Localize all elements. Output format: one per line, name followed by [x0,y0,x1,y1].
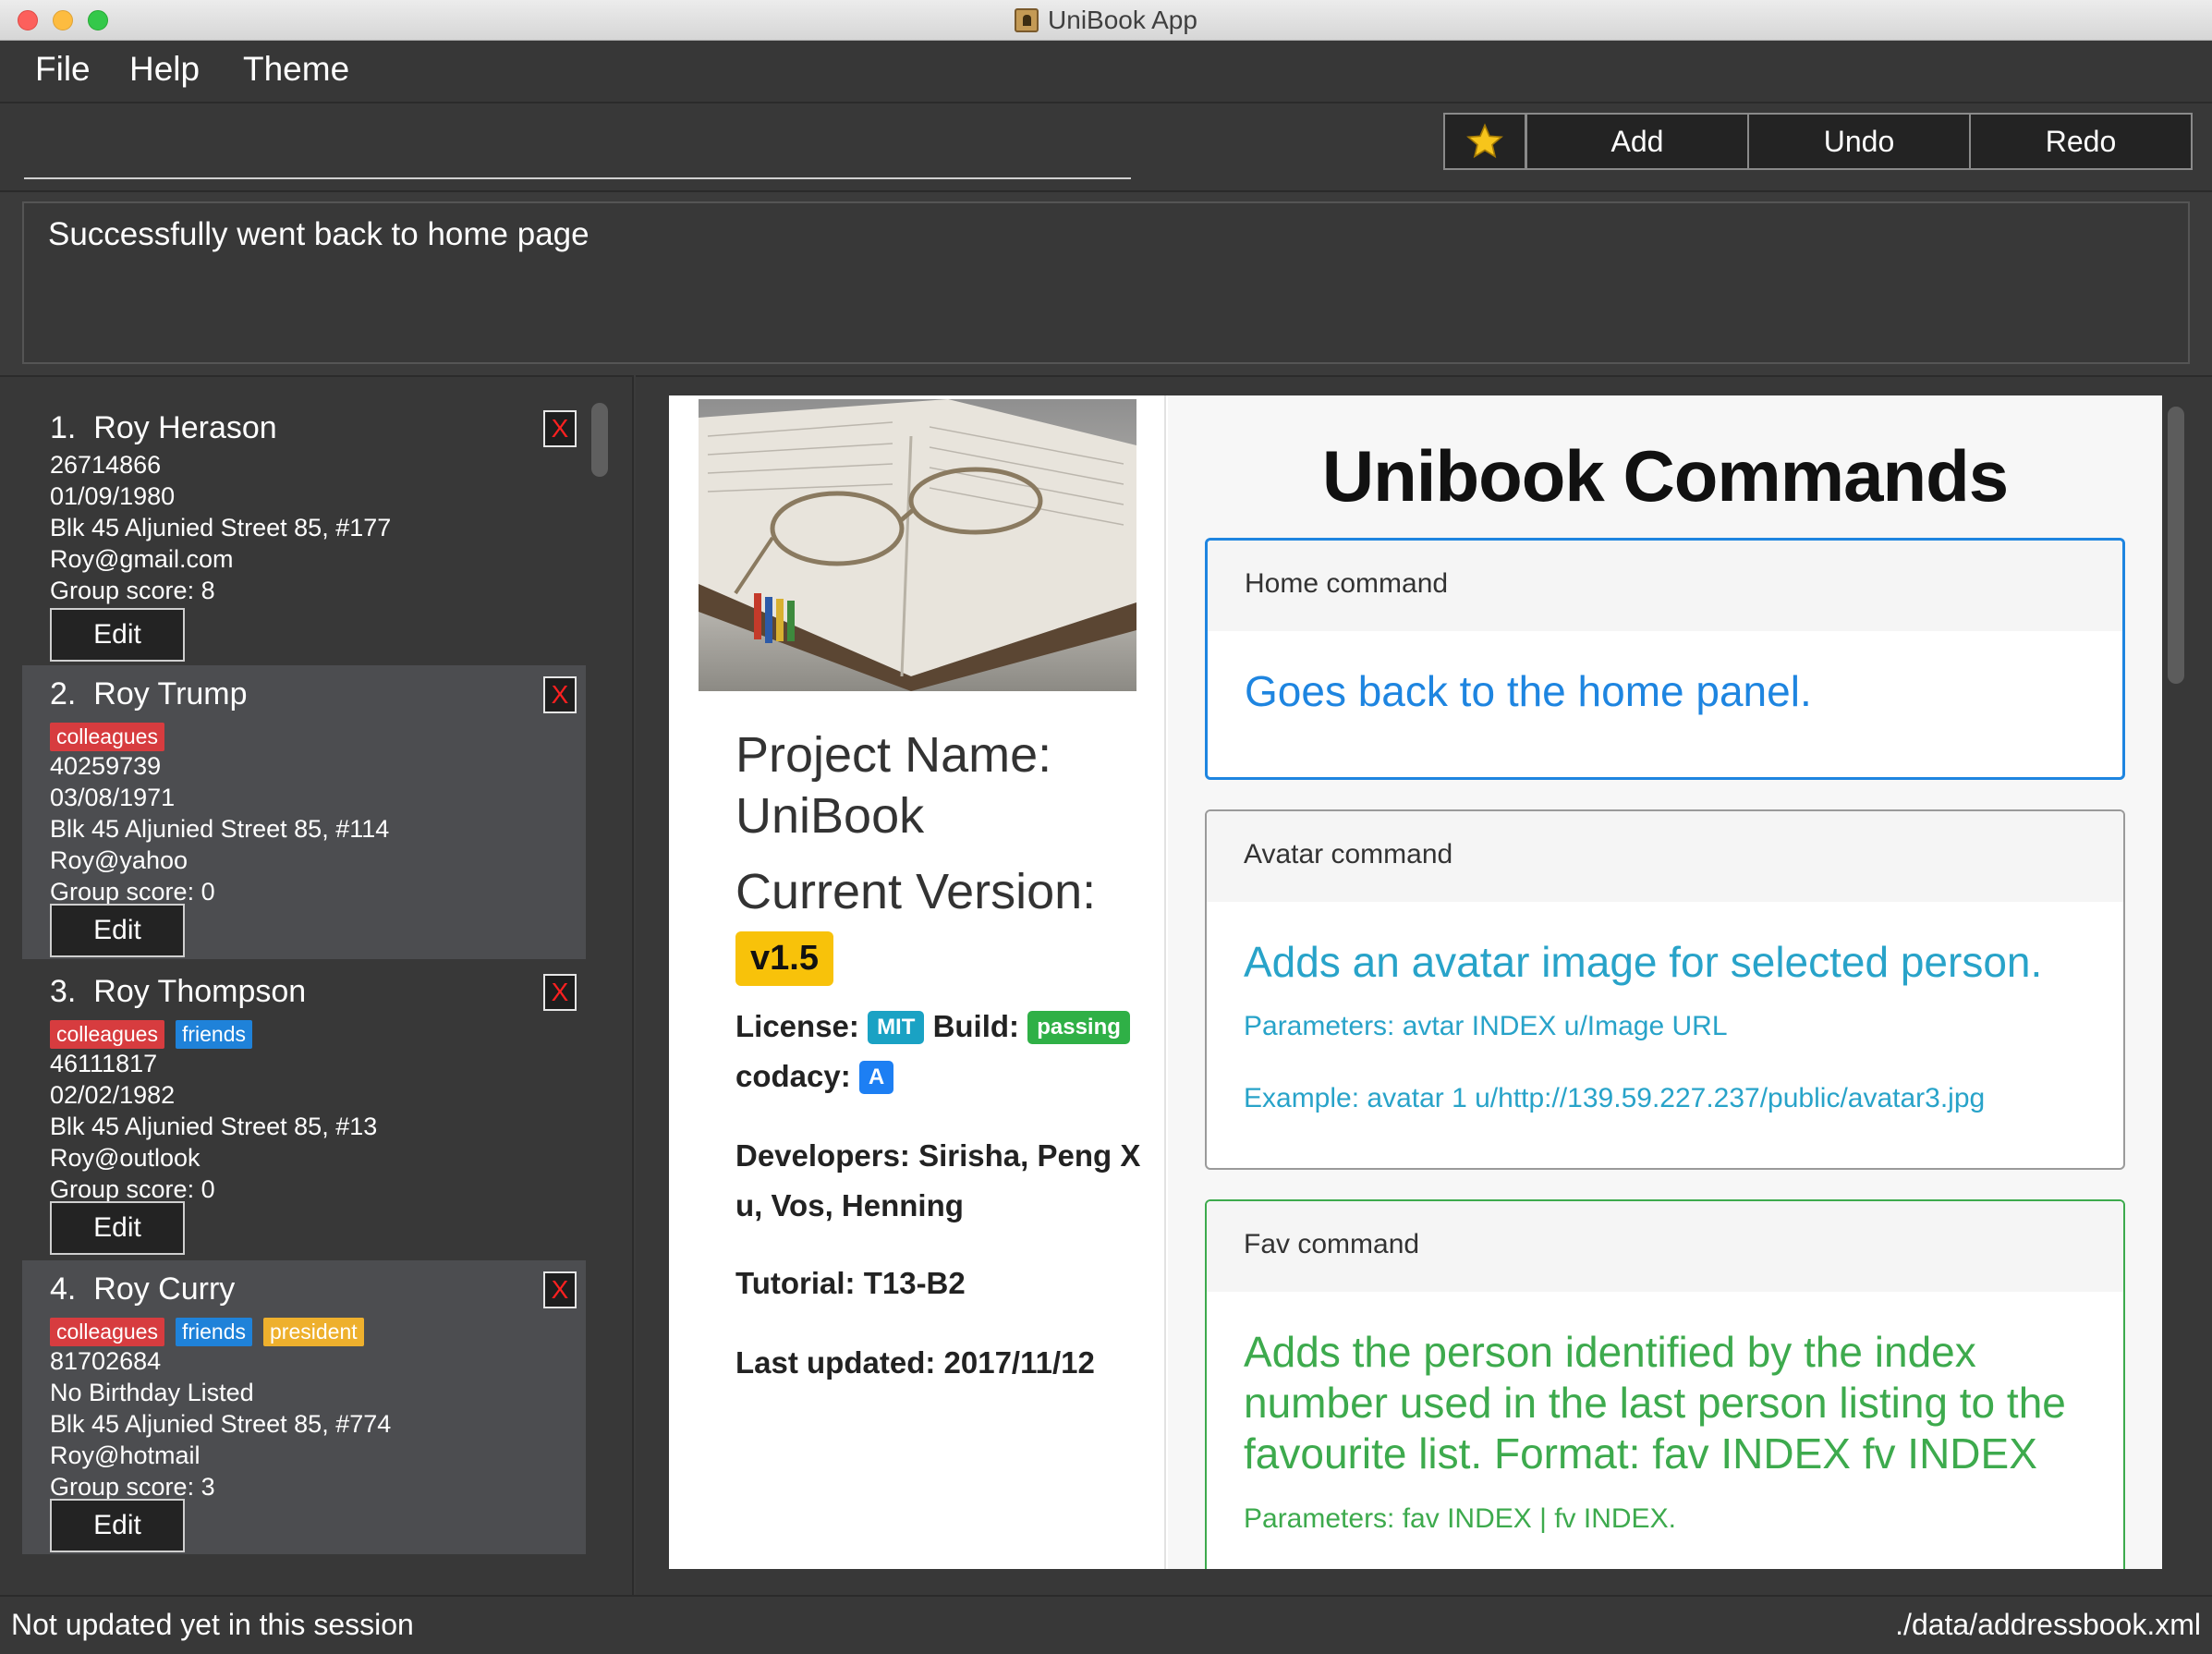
last-updated-line: Last updated: 2017/11/12 [735,1345,1095,1380]
person-birthday: 03/08/1971 [50,784,176,811]
codacy-line: codacy: A [735,1059,894,1094]
person-group-score: Group score: 0 [50,1175,215,1203]
browser-scrollbar[interactable] [2168,407,2184,684]
window-titlebar: UniBook App [0,0,2212,41]
license-badge[interactable]: MIT [868,1011,925,1044]
person-card[interactable]: 3. Roy Thompson X colleagues friends 461… [22,963,586,1257]
developers-line-2: u, Vos, Henning [735,1188,964,1222]
person-group-score: Group score: 0 [50,878,215,906]
avatar-command-panel: Avatar command Adds an avatar image for … [1205,809,2125,1170]
license-line: License: MIT Build: passing [735,1009,1130,1044]
tag-list: colleagues friends president [50,1318,364,1346]
edit-button[interactable]: Edit [50,608,185,662]
person-phone: 81702684 [50,1347,162,1375]
commands-column: Unibook Commands Home command Goes back … [1168,395,2162,1569]
person-phone: 40259739 [50,752,162,780]
edit-button[interactable]: Edit [50,1201,185,1255]
build-badge[interactable]: passing [1027,1011,1130,1044]
person-group-score: Group score: 3 [50,1473,215,1501]
app-icon [1015,8,1039,32]
person-email: Roy@hotmail [50,1441,201,1469]
tag-list: colleagues friends [50,1020,253,1049]
person-card[interactable]: 2. Roy Trump X colleagues 40259739 03/08… [22,665,586,959]
person-email: Roy@gmail.com [50,545,234,573]
result-text: Successfully went back to home page [48,216,589,252]
delete-button[interactable]: X [543,676,577,713]
book-glasses-image [699,399,1136,691]
tag-list: colleagues [50,723,164,751]
panel-parameters: Parameters: fav INDEX | fv INDEX. [1244,1503,1676,1534]
delete-button[interactable]: X [543,1271,577,1308]
person-email: Roy@yahoo [50,846,188,874]
person-list-panel: 1. Roy Herason X 26714866 01/09/1980 Blk… [0,375,634,1595]
person-group-score: Group score: 8 [50,577,215,604]
person-birthday: 02/02/1982 [50,1081,176,1109]
menu-bar: File Help Theme [0,41,2212,103]
favourite-button[interactable] [1443,113,1526,170]
project-name-label: Project Name: [735,727,1052,783]
panel-description: Adds an avatar image for selected person… [1244,938,2043,986]
panel-description: Goes back to the home panel. [1245,667,1812,715]
person-name: 1. Roy Herason [50,410,277,445]
panel-heading: Avatar command [1207,811,2123,902]
tag-badge: colleagues [50,1318,164,1346]
menu-help[interactable]: Help [129,50,200,89]
developers-line-1: Developers: Sirisha, Peng X [735,1138,1141,1173]
person-phone: 26714866 [50,451,162,479]
tutorial-line: Tutorial: T13-B2 [735,1266,966,1300]
person-birthday: 01/09/1980 [50,482,176,510]
panel-description: Adds the person identified by the index … [1244,1328,2066,1478]
person-name: 3. Roy Thompson [50,974,307,1009]
panel-example: Example: avatar 1 u/http://139.59.227.23… [1244,1083,1986,1113]
delete-button[interactable]: X [543,410,577,447]
edit-button[interactable]: Edit [50,1499,185,1552]
fav-command-panel: Fav command Adds the person identified b… [1205,1199,2125,1569]
panel-heading: Home command [1208,541,2122,631]
command-input[interactable] [24,122,1131,179]
save-location: ./data/addressbook.xml [1895,1608,2201,1641]
delete-button[interactable]: X [543,974,577,1011]
person-card[interactable]: 4. Roy Curry X colleagues friends presid… [22,1260,586,1554]
menu-file[interactable]: File [35,50,91,89]
person-address: Blk 45 Aljunied Street 85, #177 [50,514,392,541]
commands-title: Unibook Commands [1321,435,2009,517]
tag-badge: president [263,1318,364,1346]
person-birthday: No Birthday Listed [50,1379,254,1406]
home-command-panel: Home command Goes back to the home panel… [1205,538,2125,780]
person-email: Roy@outlook [50,1144,201,1172]
edit-button[interactable]: Edit [50,904,185,957]
panel-heading: Fav command [1207,1201,2123,1292]
project-info-column: Project Name: UniBook Current Version: v… [669,395,1166,1569]
person-address: Blk 45 Aljunied Street 85, #114 [50,815,390,843]
person-name: 4. Roy Curry [50,1271,236,1307]
tag-badge: colleagues [50,723,164,751]
menu-theme[interactable]: Theme [243,50,349,89]
person-phone: 46111817 [50,1050,158,1077]
list-scrollbar[interactable] [591,403,608,477]
tag-badge: friends [175,1020,253,1049]
person-name: 2. Roy Trump [50,676,248,711]
version-badge: v1.5 [735,931,833,986]
person-card-partial [22,1565,586,1593]
person-address: Blk 45 Aljunied Street 85, #774 [50,1410,392,1438]
sync-status: Not updated yet in this session [11,1608,414,1641]
codacy-badge[interactable]: A [858,1061,894,1094]
command-bar: Add Undo Redo [0,103,2212,192]
add-button[interactable]: Add [1525,113,1749,170]
person-card[interactable]: 1. Roy Herason X 26714866 01/09/1980 Blk… [22,399,586,693]
browser-view[interactable]: Project Name: UniBook Current Version: v… [669,395,2162,1569]
tag-badge: colleagues [50,1020,164,1049]
redo-button[interactable]: Redo [1969,113,2193,170]
version-label: Current Version: [735,864,1097,919]
undo-button[interactable]: Undo [1747,113,1971,170]
status-bar: Not updated yet in this session ./data/a… [0,1595,2212,1654]
result-display: Successfully went back to home page [22,201,2190,364]
panel-parameters: Parameters: avtar INDEX u/Image URL [1244,1011,1728,1041]
project-name: UniBook [735,788,925,844]
tag-badge: friends [175,1318,253,1346]
person-address: Blk 45 Aljunied Street 85, #13 [50,1113,378,1140]
window-title: UniBook App [0,0,2212,41]
star-icon [1466,123,1503,159]
